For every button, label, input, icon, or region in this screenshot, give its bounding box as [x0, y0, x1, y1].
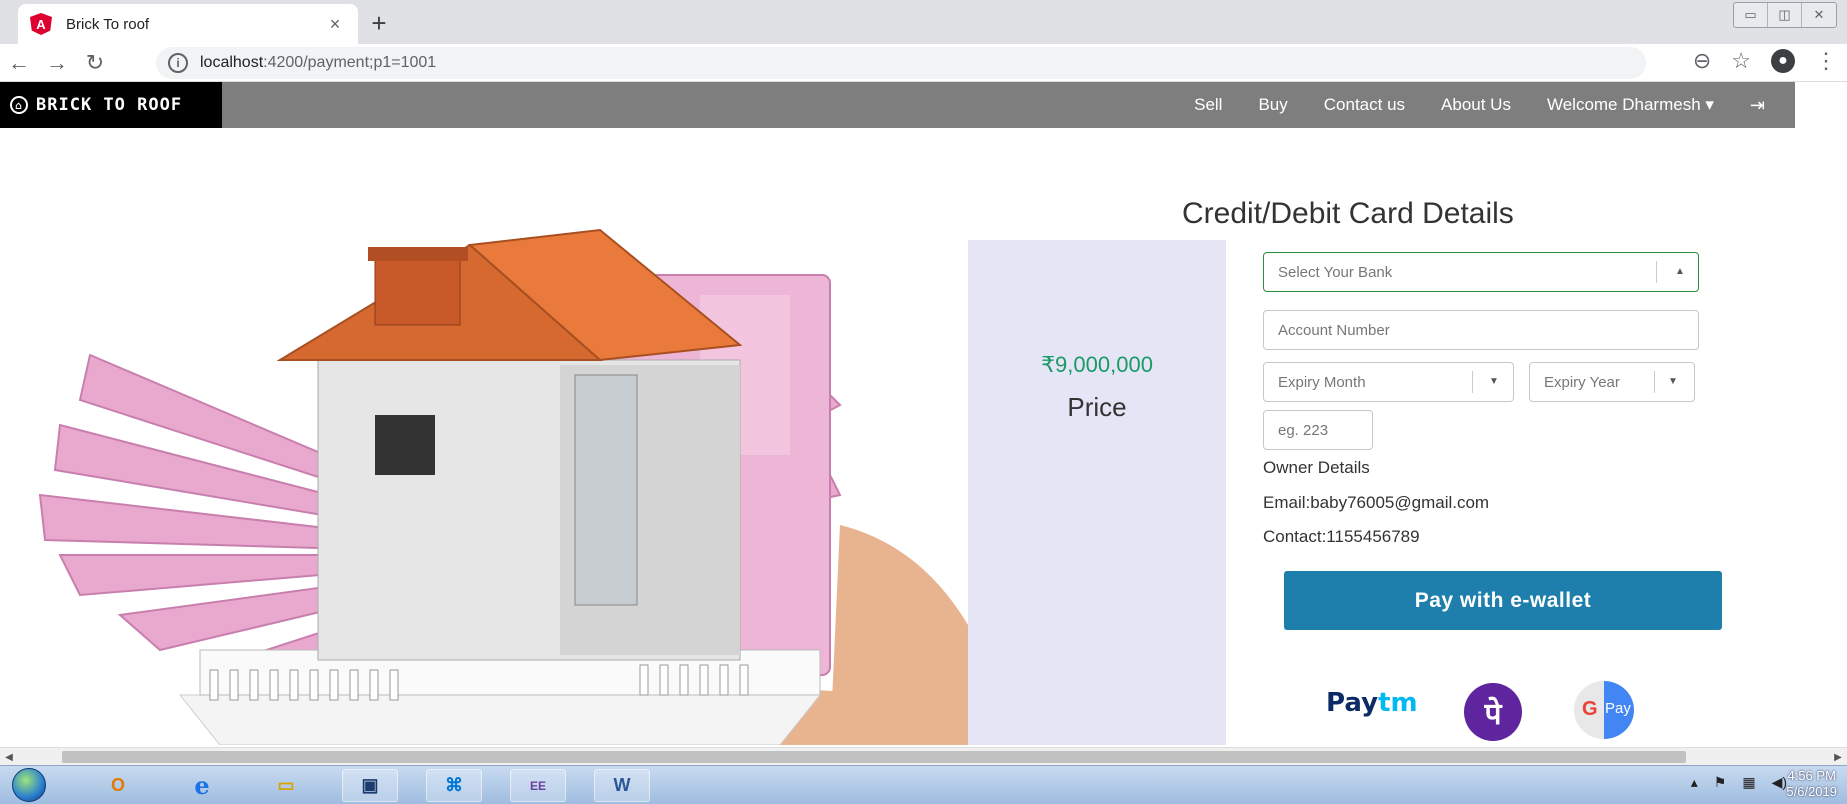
- browser-toolbar: ← → ↻ i localhost:4200/payment;p1=1001 ⊖…: [0, 44, 1847, 82]
- expiry-year-placeholder: Expiry Year: [1544, 373, 1620, 391]
- toolbar-actions: ⊖ ☆ ● ⋮: [1693, 48, 1837, 74]
- dropdown-separator: [1654, 371, 1655, 393]
- browser-tab-bar: A Brick To roof × + ▭ ◫ ✕: [0, 0, 1847, 44]
- pay-with-ewallet-button[interactable]: Pay with e-wallet: [1284, 571, 1722, 630]
- browser-tab[interactable]: A Brick To roof ×: [18, 4, 358, 44]
- price-panel: ₹9,000,000 Price: [968, 240, 1226, 745]
- dropdown-separator: [1656, 261, 1657, 283]
- new-tab-button[interactable]: +: [362, 6, 396, 40]
- price-value: ₹9,000,000: [1041, 352, 1153, 377]
- start-button[interactable]: [12, 768, 46, 802]
- expiry-month-placeholder: Expiry Month: [1278, 373, 1366, 391]
- screen-app-icon[interactable]: ▣: [342, 769, 398, 802]
- bank-select-placeholder: Select Your Bank: [1278, 263, 1393, 281]
- network-icon[interactable]: ▦: [1742, 774, 1755, 791]
- tray-expand-icon[interactable]: ▴: [1691, 774, 1698, 791]
- vscode-icon[interactable]: ⌘: [426, 769, 482, 802]
- window-controls: ▭ ◫ ✕: [1733, 2, 1837, 28]
- outlook-icon[interactable]: O: [90, 769, 146, 802]
- info-icon[interactable]: i: [168, 53, 188, 73]
- account-number-input[interactable]: Account Number: [1263, 310, 1699, 350]
- nav-buy[interactable]: Buy: [1258, 95, 1287, 115]
- nav-contact[interactable]: Contact us: [1324, 95, 1405, 115]
- house-on-money-illustration: [38, 228, 968, 745]
- account-number-placeholder: Account Number: [1278, 321, 1390, 339]
- google-pay-text: Pay: [1605, 700, 1631, 717]
- card-details-title: Credit/Debit Card Details: [1182, 197, 1514, 230]
- hero-image: [0, 225, 968, 745]
- star-icon[interactable]: ☆: [1731, 48, 1751, 74]
- expiry-month-select[interactable]: Expiry Month ▼: [1263, 362, 1514, 402]
- eclipse-ide-icon[interactable]: EE: [510, 769, 566, 802]
- tab-title: Brick To roof: [66, 15, 150, 33]
- close-tab-icon[interactable]: ×: [324, 14, 346, 35]
- google-g-text: G: [1582, 698, 1598, 720]
- paytm-tm-text: tm: [1378, 688, 1418, 718]
- chevron-up-icon: ▲: [1675, 266, 1685, 277]
- close-window-icon[interactable]: ✕: [1802, 3, 1836, 27]
- phonepe-icon[interactable]: पे: [1464, 683, 1522, 741]
- owner-email: Email:baby76005@gmail.com: [1263, 493, 1490, 512]
- volume-icon[interactable]: ◀): [1772, 774, 1787, 791]
- address-bar[interactable]: i localhost:4200/payment;p1=1001: [156, 47, 1646, 79]
- brand-logo[interactable]: ⌂ BRICK TO ROOF: [0, 82, 222, 128]
- cvv-placeholder: eg. 223: [1278, 421, 1329, 439]
- angular-icon: A: [30, 13, 52, 35]
- minimize-icon[interactable]: ▭: [1734, 3, 1768, 27]
- price-label: Price: [1067, 392, 1127, 422]
- reload-icon[interactable]: ↻: [76, 50, 114, 76]
- scroll-right-icon[interactable]: ▶: [1829, 748, 1847, 766]
- restore-icon[interactable]: ◫: [1768, 3, 1802, 27]
- brand-text: BRICK TO ROOF: [36, 95, 183, 115]
- internet-explorer-icon[interactable]: e: [174, 769, 230, 802]
- horizontal-scrollbar[interactable]: ◀ ▶: [0, 747, 1847, 765]
- menu-icon[interactable]: ⋮: [1815, 48, 1837, 74]
- brand-icon: ⌂: [10, 96, 28, 114]
- forward-icon[interactable]: →: [38, 50, 76, 76]
- logout-icon[interactable]: ⇥: [1750, 95, 1765, 116]
- nav-about[interactable]: About Us: [1441, 95, 1511, 115]
- scroll-left-icon[interactable]: ◀: [0, 748, 18, 766]
- google-pay-icon[interactable]: G Pay: [1574, 681, 1634, 739]
- taskbar-clock[interactable]: 4:56 PM 5/6/2019: [1786, 768, 1837, 800]
- url-host: localhost: [200, 54, 264, 71]
- clock-time: 4:56 PM: [1787, 768, 1836, 783]
- clock-date: 5/6/2019: [1786, 784, 1837, 799]
- scrollbar-thumb[interactable]: [62, 751, 1686, 763]
- back-icon[interactable]: ←: [0, 50, 38, 76]
- paytm-pay-text: Pay: [1326, 688, 1379, 718]
- windows-taskbar: O e ▭ ▣ ⌘ EE W ▴ ⚑ ▦ ◀) 4:56 PM 5/6/2019: [0, 765, 1847, 804]
- system-tray: ▴ ⚑ ▦ ◀): [1691, 774, 1787, 791]
- file-explorer-icon[interactable]: ▭: [258, 769, 314, 802]
- chevron-down-icon: ▼: [1489, 376, 1499, 387]
- nav-links: Sell Buy Contact us About Us Welcome Dha…: [1194, 82, 1765, 128]
- word-icon[interactable]: W: [594, 769, 650, 802]
- nav-sell[interactable]: Sell: [1194, 95, 1222, 115]
- owner-details-heading: Owner Details: [1263, 458, 1370, 477]
- bank-select[interactable]: Select Your Bank ▲: [1263, 252, 1699, 292]
- app-navbar: ⌂ BRICK TO ROOF Sell Buy Contact us Abou…: [0, 82, 1795, 128]
- profile-icon[interactable]: ●: [1771, 49, 1795, 73]
- zoom-icon[interactable]: ⊖: [1693, 48, 1711, 74]
- user-menu[interactable]: Welcome Dharmesh ▾: [1547, 95, 1714, 115]
- flag-icon[interactable]: ⚑: [1714, 774, 1727, 791]
- owner-contact: Contact:1155456789: [1263, 527, 1420, 546]
- paytm-icon[interactable]: Paytm: [1326, 688, 1418, 718]
- url-path: :4200/payment;p1=1001: [263, 54, 437, 71]
- chevron-down-icon: ▼: [1668, 376, 1678, 387]
- expiry-year-select[interactable]: Expiry Year ▼: [1529, 362, 1695, 402]
- cvv-input[interactable]: eg. 223: [1263, 410, 1373, 450]
- dropdown-separator: [1472, 371, 1473, 393]
